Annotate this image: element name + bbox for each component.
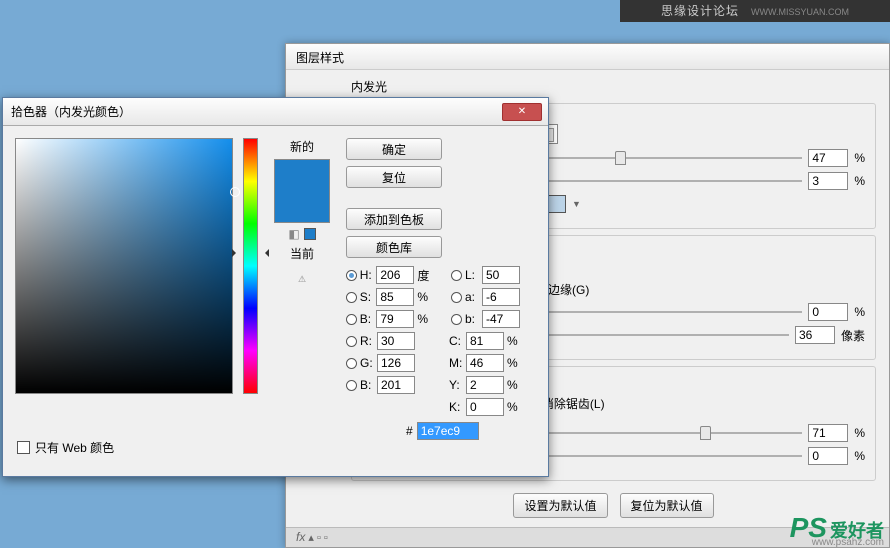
b-input[interactable] bbox=[376, 310, 414, 328]
a-input[interactable] bbox=[482, 288, 520, 306]
l-radio[interactable] bbox=[451, 270, 462, 281]
antialias-label: 消除锯齿(L) bbox=[542, 395, 605, 412]
choke-input[interactable] bbox=[808, 303, 848, 321]
current-label: 当前 bbox=[290, 245, 314, 262]
bb-input[interactable] bbox=[377, 376, 415, 394]
cube-icon: ◧ bbox=[288, 227, 299, 241]
color-picker-dialog: 拾色器（内发光颜色） ✕ 新的 ◧ 当前 ⚠ 确定 复位 添加到色板 颜色库 bbox=[2, 97, 549, 477]
warning-icon: ⚠ bbox=[298, 274, 306, 285]
web-only-checkbox[interactable] bbox=[17, 441, 30, 454]
b2-input[interactable] bbox=[482, 310, 520, 328]
layer-style-title[interactable]: 图层样式 bbox=[286, 44, 889, 70]
reset-default-button[interactable]: 复位为默认值 bbox=[620, 493, 714, 518]
inner-glow-heading: 内发光 bbox=[351, 78, 876, 95]
new-current-swatch[interactable] bbox=[274, 159, 330, 223]
range-input[interactable] bbox=[808, 424, 848, 442]
hex-label: # bbox=[406, 424, 413, 438]
px-unit: 像素 bbox=[841, 327, 865, 344]
new-label: 新的 bbox=[290, 138, 314, 155]
jitter-input[interactable] bbox=[808, 447, 848, 465]
watermark-top-main: 思缘设计论坛 bbox=[661, 4, 739, 18]
pct-unit: % bbox=[854, 151, 865, 165]
s-radio[interactable] bbox=[346, 292, 357, 303]
g-input[interactable] bbox=[377, 354, 415, 372]
current-color bbox=[275, 191, 329, 222]
c-input[interactable] bbox=[466, 332, 504, 350]
b-radio[interactable] bbox=[346, 314, 357, 325]
color-picker-titlebar[interactable]: 拾色器（内发光颜色） ✕ bbox=[3, 98, 548, 126]
s-input[interactable] bbox=[376, 288, 414, 306]
noise-input[interactable] bbox=[808, 172, 848, 190]
color-picker-title: 拾色器（内发光颜色） bbox=[9, 103, 502, 120]
a-radio[interactable] bbox=[451, 292, 462, 303]
ok-button[interactable]: 确定 bbox=[346, 138, 442, 160]
watermark-url: www.psahz.com bbox=[812, 537, 884, 548]
new-color bbox=[275, 160, 329, 191]
source-edge-label: 边缘(G) bbox=[548, 281, 589, 298]
h-radio[interactable] bbox=[346, 270, 357, 281]
add-swatch-button[interactable]: 添加到色板 bbox=[346, 208, 442, 230]
watermark-top: 思缘设计论坛 WWW.MISSYUAN.COM bbox=[620, 0, 890, 22]
web-only-label: 只有 Web 颜色 bbox=[35, 439, 114, 456]
color-spectrum[interactable] bbox=[15, 138, 233, 394]
close-button[interactable]: ✕ bbox=[502, 103, 542, 121]
y-input[interactable] bbox=[466, 376, 504, 394]
hue-pointer-icon bbox=[238, 249, 264, 255]
bb-radio[interactable] bbox=[346, 380, 357, 391]
hue-slider[interactable] bbox=[243, 138, 259, 394]
dropdown-arrow-icon[interactable]: ▼ bbox=[572, 199, 581, 209]
hex-input[interactable] bbox=[417, 422, 479, 440]
watermark-top-sub: WWW.MISSYUAN.COM bbox=[751, 7, 849, 17]
spectrum-marker-icon bbox=[230, 187, 240, 197]
set-default-button[interactable]: 设置为默认值 bbox=[513, 493, 607, 518]
h-input[interactable] bbox=[376, 266, 414, 284]
cancel-button[interactable]: 复位 bbox=[346, 166, 442, 188]
r-radio[interactable] bbox=[346, 336, 357, 347]
color-lib-button[interactable]: 颜色库 bbox=[346, 236, 442, 258]
b2-radio[interactable] bbox=[451, 314, 462, 325]
websafe-swatch[interactable] bbox=[304, 228, 316, 240]
size-input[interactable] bbox=[795, 326, 835, 344]
l-input[interactable] bbox=[482, 266, 520, 284]
k-input[interactable] bbox=[466, 398, 504, 416]
m-input[interactable] bbox=[466, 354, 504, 372]
g-radio[interactable] bbox=[346, 358, 357, 369]
opacity-input[interactable] bbox=[808, 149, 848, 167]
r-input[interactable] bbox=[377, 332, 415, 350]
